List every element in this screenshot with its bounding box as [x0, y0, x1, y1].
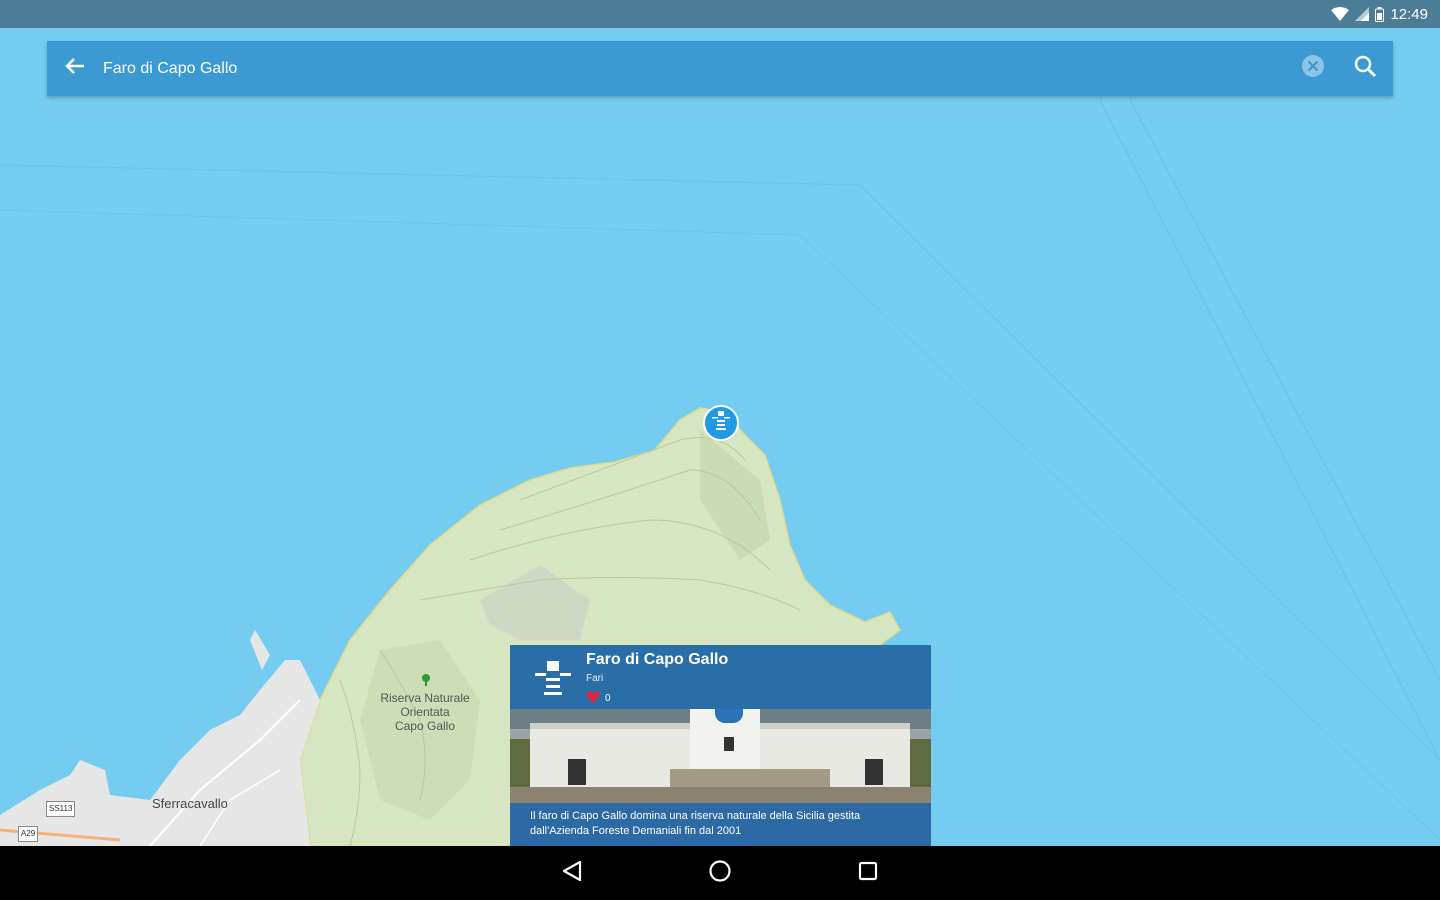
reserve-label-line-1: Riserva Naturale [380, 691, 470, 705]
battery-icon [1375, 6, 1385, 22]
reserve-label: Riserva Naturale Orientata Capo Gallo [370, 691, 480, 733]
lighthouse-icon [710, 409, 732, 438]
poi-info-card[interactable]: Faro di Capo Gallo Fari 0 Il faro di Cap… [510, 645, 931, 846]
clear-search-button[interactable] [1289, 41, 1337, 96]
home-circle-icon [708, 859, 732, 888]
cellular-signal-icon [1355, 7, 1370, 21]
poi-title: Faro di Capo Gallo [586, 651, 729, 668]
system-nav-bar [0, 846, 1440, 900]
poi-likes[interactable]: 0 [586, 691, 611, 706]
search-icon [1353, 54, 1377, 83]
search-bar: Faro di Capo Gallo [47, 41, 1393, 96]
nav-recents-button[interactable] [848, 853, 888, 893]
lighthouse-marker[interactable] [703, 405, 739, 441]
clear-circle-icon [1301, 54, 1325, 83]
arrow-back-icon [65, 57, 85, 80]
status-bar: 12:49 [0, 0, 1440, 28]
back-triangle-icon [562, 860, 582, 887]
recents-square-icon [858, 861, 878, 886]
road-shield-ss113: SS113 [46, 801, 76, 817]
road-shield-a29: A29 [18, 826, 39, 842]
poi-likes-count: 0 [605, 693, 611, 704]
lighthouse-icon [532, 657, 574, 699]
poi-category: Fari [586, 673, 604, 684]
poi-description: Il faro di Capo Gallo domina una riserva… [510, 803, 931, 846]
heart-icon [586, 691, 600, 706]
back-button[interactable] [47, 41, 103, 96]
reserve-label-line-2: Orientata [400, 705, 450, 719]
poi-card-header: Faro di Capo Gallo Fari 0 [510, 645, 931, 709]
nav-back-button[interactable] [552, 853, 592, 893]
status-time: 12:49 [1390, 5, 1428, 23]
town-label: Sferracavallo [152, 796, 228, 811]
wifi-icon [1331, 7, 1350, 21]
poi-photo [510, 709, 931, 803]
nav-home-button[interactable] [700, 853, 740, 893]
search-input[interactable]: Faro di Capo Gallo [103, 60, 1289, 78]
search-button[interactable] [1337, 41, 1393, 96]
reserve-label-line-3: Capo Gallo [394, 719, 456, 733]
